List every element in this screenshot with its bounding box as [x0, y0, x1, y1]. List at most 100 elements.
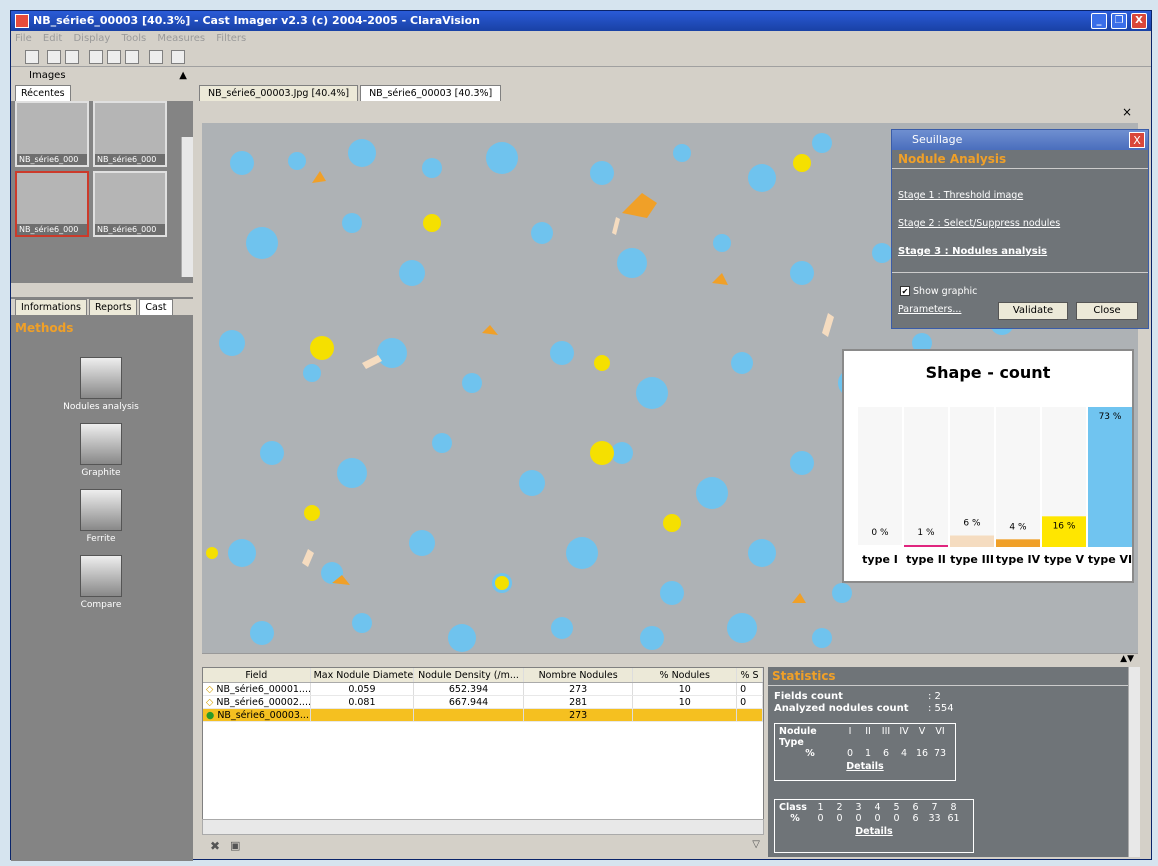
chart-data-label: 1 %	[917, 528, 935, 538]
divider	[892, 272, 1148, 273]
table-cell	[414, 709, 524, 721]
menu-edit[interactable]: Edit	[43, 33, 62, 44]
method-compare[interactable]: Compare	[51, 555, 151, 610]
open-icon[interactable]	[47, 50, 61, 64]
green-dot-icon: ●	[206, 710, 215, 721]
field-name: NB_série6_00001....	[216, 684, 311, 695]
tab-reports[interactable]: Reports	[88, 299, 138, 315]
type-header: II	[865, 726, 871, 737]
menu-filters[interactable]: Filters	[216, 33, 246, 44]
thumbnail[interactable]: NB_série6_000	[93, 171, 167, 237]
table-cell	[633, 709, 738, 721]
class-pct-row: % 0 0 0 0 0 6 33 61	[779, 813, 969, 824]
menu-measures[interactable]: Measures	[157, 33, 205, 44]
fields-count-label: Fields count	[774, 691, 843, 702]
left-panel: Images ▲ Récentes NB_série6_000 NB_série…	[11, 67, 193, 861]
chart-bar	[858, 545, 902, 547]
show-graphic-checkbox[interactable]: ✔	[900, 286, 910, 296]
show-graphic-row[interactable]: ✔ Show graphic	[900, 286, 977, 297]
field-name: NB_série6_00002....	[216, 697, 311, 708]
close-panel-button[interactable]: Close	[1076, 302, 1138, 320]
menu-file[interactable]: File	[15, 33, 32, 44]
delete-icon[interactable]: ✖	[210, 839, 220, 853]
collapse-icon[interactable]: ▲	[179, 67, 187, 85]
class-pct: 61	[947, 813, 960, 824]
table-row[interactable]: ◇ NB_série6_00001.... 0.059 652.394 273 …	[203, 683, 763, 696]
dropdown-icon[interactable]: ▽	[752, 839, 760, 850]
stats-scrollbar[interactable]	[1128, 667, 1140, 857]
main-toolbar	[11, 47, 1151, 67]
tab-informations[interactable]: Informations	[15, 299, 87, 315]
panel-splitter[interactable]: ▲▼	[202, 653, 1138, 667]
col-max-diameter[interactable]: Max Nodule Diameter	[311, 668, 415, 682]
save-icon[interactable]: ▣	[230, 839, 240, 852]
minimize-button[interactable]: _	[1091, 13, 1107, 29]
col-field[interactable]: Field	[203, 668, 311, 682]
stage-3-link[interactable]: Stage 3 : Nodules analysis	[892, 246, 1053, 257]
maximize-button[interactable]: ❐	[1111, 13, 1127, 29]
images-label: Images	[29, 70, 66, 81]
thumbnail-grid: NB_série6_000 NB_série6_000 NB_série6_00…	[15, 101, 185, 241]
thumbs-scrollbar[interactable]	[181, 137, 193, 277]
diamond-icon: ◇	[206, 697, 214, 708]
thumbnail-caption: NB_série6_000	[95, 154, 165, 165]
tab-cast[interactable]: Cast	[139, 299, 173, 315]
col-nombre[interactable]: Nombre Nodules	[524, 668, 634, 682]
table-hscrollbar[interactable]	[202, 819, 764, 835]
tab-recentes[interactable]: Récentes	[15, 85, 71, 101]
viewer-close-icon[interactable]: ×	[1122, 105, 1132, 119]
print-icon[interactable]	[149, 50, 163, 64]
type-header: V	[918, 726, 926, 737]
table-cell: 0.059	[311, 683, 415, 695]
stage-1-link[interactable]: Stage 1 : Threshold image	[892, 190, 1029, 201]
thumbnail-selected[interactable]: NB_série6_000	[15, 171, 89, 237]
class-pct: 6	[912, 813, 919, 824]
type-header: VI	[935, 726, 945, 737]
chart-data-label: 16 %	[1053, 521, 1076, 531]
tab-image-jpg[interactable]: NB_série6_00003.Jpg [40.4%]	[199, 85, 359, 101]
parameters-link[interactable]: Parameters...	[892, 304, 967, 315]
chart-bar	[1088, 407, 1132, 547]
seuillage-panel: Seuillage X Nodule Analysis Stage 1 : Th…	[891, 129, 1149, 329]
new-icon[interactable]	[25, 50, 39, 64]
menu-bar: File Edit Display Tools Measures Filters	[11, 31, 1151, 47]
method-ferrite[interactable]: Ferrite	[51, 489, 151, 544]
images-header: Images ▲	[11, 67, 193, 85]
tab-image-analysis[interactable]: NB_série6_00003 [40.3%]	[360, 85, 502, 101]
close-button[interactable]: X	[1131, 13, 1147, 29]
thumbnail[interactable]: NB_série6_000	[15, 101, 89, 167]
class-label: Class	[779, 802, 807, 813]
menu-display[interactable]: Display	[73, 33, 110, 44]
method-nodules-analysis[interactable]: Nodules analysis	[51, 357, 151, 412]
col-density[interactable]: Nodule Density (/m...	[414, 668, 524, 682]
copy-icon[interactable]	[107, 50, 121, 64]
table-row-selected[interactable]: ● NB_série6_00003.... 273	[203, 709, 763, 722]
save-icon[interactable]	[65, 50, 79, 64]
table-row[interactable]: ◇ NB_série6_00002.... 0.081 667.944 281 …	[203, 696, 763, 709]
collapse-arrows-icon[interactable]: ▲▼	[1120, 654, 1134, 664]
table-cell: 273	[524, 683, 634, 695]
chart-data-label: 0 %	[871, 528, 889, 538]
method-label: Compare	[80, 600, 122, 610]
class-box: Class 1 2 3 4 5 6 7 8 % 0 0 0 0 0 6 33 6…	[774, 799, 974, 853]
col-pct-s[interactable]: % S	[737, 668, 763, 682]
menu-tools[interactable]: Tools	[122, 33, 147, 44]
camera-icon[interactable]	[171, 50, 185, 64]
nodule-details-link[interactable]: Details	[779, 761, 951, 772]
chart-column-bg	[858, 407, 902, 547]
class-details-link[interactable]: Details	[779, 826, 969, 837]
thumbnail[interactable]: NB_série6_000	[93, 101, 167, 167]
validate-button[interactable]: Validate	[998, 302, 1068, 320]
col-pct-nodules[interactable]: % Nodules	[633, 668, 738, 682]
seuillage-close-icon[interactable]: X	[1129, 132, 1145, 148]
cut-icon[interactable]	[89, 50, 103, 64]
divider	[11, 283, 193, 297]
class-pct: 0	[836, 813, 843, 824]
paste-icon[interactable]	[125, 50, 139, 64]
field-cell: ◇ NB_série6_00002....	[203, 696, 311, 708]
chart-tick-label: type I	[862, 553, 898, 566]
stage-2-link[interactable]: Stage 2 : Select/Suppress nodules	[892, 218, 1066, 229]
table-cell: 652.394	[414, 683, 524, 695]
pct-label: %	[805, 748, 815, 759]
method-graphite[interactable]: Graphite	[51, 423, 151, 478]
